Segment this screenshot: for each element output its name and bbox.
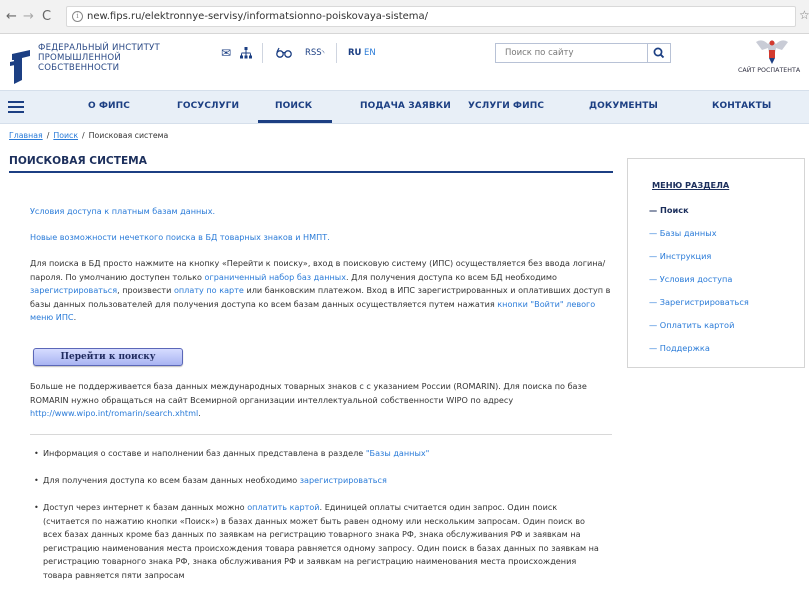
bullet-text: Информация о составе и наполнении баз да… bbox=[43, 448, 366, 458]
accessibility-glasses-icon[interactable] bbox=[276, 47, 292, 58]
breadcrumb-separator: / bbox=[82, 131, 85, 140]
section-menu: МЕНЮ РАЗДЕЛА — Поиск — Базы данных — Инс… bbox=[627, 158, 805, 368]
side-item-search[interactable]: — Поиск bbox=[649, 205, 689, 215]
limited-db-link[interactable]: ограниченный набор баз данных bbox=[205, 272, 346, 282]
intro-paragraph: Для поиска в БД просто нажмите на кнопку… bbox=[30, 257, 615, 325]
rospatent-emblem-icon[interactable] bbox=[752, 36, 792, 66]
search-button[interactable] bbox=[647, 44, 670, 62]
url-text: new.fips.ru/elektronnye-servisy/informat… bbox=[87, 11, 429, 22]
go-to-search-button[interactable]: Перейти к поиску bbox=[33, 348, 183, 366]
side-item-access[interactable]: — Условия доступа bbox=[649, 274, 732, 284]
forward-arrow-icon[interactable]: → bbox=[23, 9, 34, 24]
intro-text: . bbox=[73, 312, 77, 322]
side-item-register[interactable]: — Зарегистрироваться bbox=[649, 297, 749, 307]
org-name[interactable]: ФЕДЕРАЛЬНЫЙ ИНСТИТУТ ПРОМЫШЛЕННОЙ СОБСТВ… bbox=[38, 43, 160, 73]
header-divider bbox=[336, 43, 337, 63]
bookmark-star-icon[interactable]: ☆ bbox=[799, 8, 809, 22]
fips-logo-icon[interactable] bbox=[10, 50, 32, 84]
list-item: • Для получения доступа ко всем базам да… bbox=[34, 474, 603, 488]
romarin-text: . bbox=[198, 408, 201, 418]
side-item-pay-card[interactable]: — Оплатить картой bbox=[649, 320, 734, 330]
search-icon bbox=[653, 47, 665, 59]
site-header: ФЕДЕРАЛЬНЫЙ ИНСТИТУТ ПРОМЫШЛЕННОЙ СОБСТВ… bbox=[0, 34, 809, 90]
nav-contacts[interactable]: КОНТАКТЫ bbox=[712, 101, 771, 111]
nav-services[interactable]: УСЛУГИ ФИПС bbox=[468, 101, 544, 111]
site-search-input[interactable] bbox=[496, 44, 655, 62]
info-icon[interactable]: i bbox=[72, 11, 83, 22]
address-bar[interactable]: i new.fips.ru/elektronnye-servisy/inform… bbox=[66, 6, 796, 27]
card-payment-link[interactable]: оплату по карте bbox=[174, 285, 244, 295]
section-menu-title: МЕНЮ РАЗДЕЛА bbox=[652, 180, 730, 190]
bullet-text: . Единицей оплаты считается один запрос.… bbox=[43, 502, 599, 580]
lang-ru[interactable]: RU bbox=[348, 48, 361, 58]
list-item: • Информация о составе и наполнении баз … bbox=[34, 447, 603, 461]
nav-apply[interactable]: ПОДАЧА ЗАЯВКИ bbox=[360, 101, 451, 111]
side-item-support[interactable]: — Поддержка bbox=[649, 343, 710, 353]
breadcrumb-search[interactable]: Поиск bbox=[53, 131, 78, 140]
fuzzy-search-link[interactable]: Новые возможности нечеткого поиска в БД … bbox=[30, 231, 615, 245]
breadcrumb-home[interactable]: Главная bbox=[9, 131, 43, 140]
wipo-romarin-link[interactable]: http://www.wipo.int/romarin/search.xhtml bbox=[30, 408, 198, 418]
nav-about[interactable]: О ФИПС bbox=[88, 101, 130, 111]
sitemap-icon[interactable] bbox=[240, 47, 252, 59]
hamburger-menu-icon[interactable] bbox=[8, 101, 24, 113]
bullet-dot: • bbox=[34, 475, 39, 485]
register-link[interactable]: зарегистрироваться bbox=[30, 285, 117, 295]
nav-documents[interactable]: ДОКУМЕНТЫ bbox=[589, 101, 658, 111]
main-nav: О ФИПС ГОСУСЛУГИ ПОИСК ПОДАЧА ЗАЯВКИ УСЛ… bbox=[0, 90, 809, 124]
mail-icon[interactable]: ✉ bbox=[221, 46, 231, 60]
paid-access-link[interactable]: Условия доступа к платным базам данных. bbox=[30, 205, 615, 219]
intro-text: . Для получения доступа ко всем БД необх… bbox=[346, 271, 557, 282]
rss-link[interactable]: RSS◝ bbox=[305, 48, 324, 58]
romarin-text: Больше не поддерживается база данных меж… bbox=[30, 381, 587, 405]
content-divider bbox=[30, 434, 612, 435]
page-title: ПОИСКОВАЯ СИСТЕМА bbox=[9, 155, 147, 167]
side-item-instructions[interactable]: — Инструкция bbox=[649, 251, 711, 261]
databases-section-link[interactable]: "Базы данных" bbox=[366, 448, 430, 458]
back-arrow-icon[interactable]: ← bbox=[6, 9, 17, 24]
pay-by-card-link[interactable]: оплатить картой bbox=[247, 502, 319, 512]
nav-search[interactable]: ПОИСК bbox=[275, 101, 312, 111]
rss-icon: ◝ bbox=[321, 49, 325, 57]
list-item: • Доступ через интернет к базам данных м… bbox=[34, 501, 603, 582]
breadcrumb-current: Поисковая система bbox=[88, 131, 169, 140]
romarin-paragraph: Больше не поддерживается база данных меж… bbox=[30, 380, 615, 421]
bullet-text: Для получения доступа ко всем базам данн… bbox=[43, 475, 300, 485]
reload-icon[interactable]: C bbox=[42, 9, 51, 24]
side-item-databases[interactable]: — Базы данных bbox=[649, 228, 717, 238]
intro-text: , произвести bbox=[117, 285, 174, 295]
rospatent-link[interactable]: САЙТ РОСПАТЕНТА bbox=[738, 67, 800, 74]
site-search bbox=[495, 43, 671, 63]
title-underline bbox=[9, 171, 613, 173]
nav-gosuslugi[interactable]: ГОСУСЛУГИ bbox=[177, 101, 239, 111]
register-link[interactable]: зарегистрироваться bbox=[300, 475, 387, 485]
bullet-text: Доступ через интернет к базам данных мож… bbox=[43, 502, 248, 512]
breadcrumb-separator: / bbox=[46, 131, 50, 140]
header-divider bbox=[262, 43, 263, 63]
bullet-dot: • bbox=[34, 502, 39, 512]
breadcrumb: Главная / Поиск / Поисковая система bbox=[9, 131, 168, 140]
lang-en[interactable]: EN bbox=[364, 48, 376, 58]
bullet-dot: • bbox=[34, 448, 39, 458]
nav-active-indicator bbox=[258, 120, 332, 123]
browser-toolbar: ← → C i new.fips.ru/elektronnye-servisy/… bbox=[0, 0, 809, 34]
